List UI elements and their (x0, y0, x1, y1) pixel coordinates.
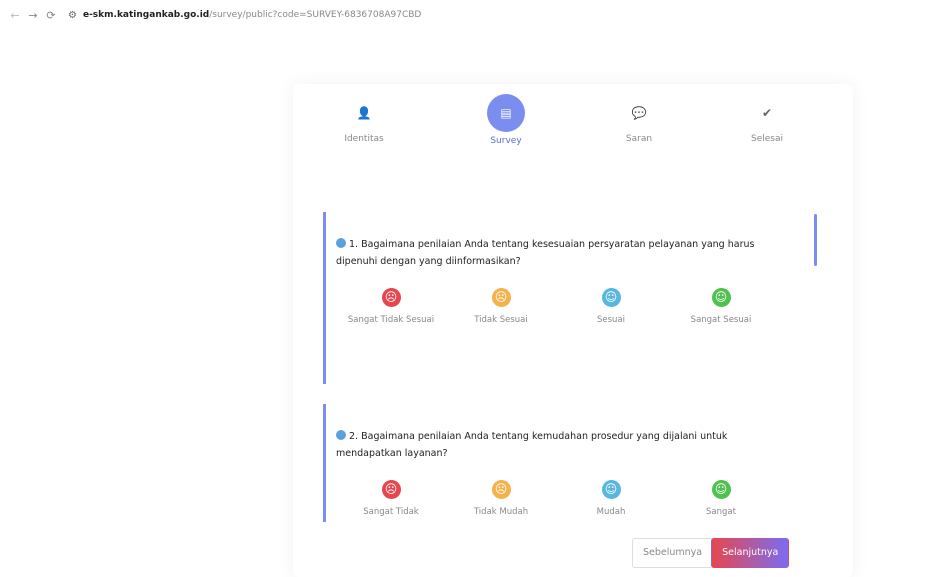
option-mudah[interactable]: ☺ Mudah (556, 478, 666, 519)
question-number: 1. (349, 239, 359, 250)
question-number: 2. (349, 431, 359, 442)
option-sangat-tidak[interactable]: ☹ Sangat Tidak (336, 478, 446, 519)
question-2: 2. Bagaimana penilaian Anda tentang kemu… (323, 404, 796, 522)
step-label: Saran (625, 134, 653, 144)
next-button[interactable]: Selanjutnya (711, 538, 790, 568)
option-label: Sangat (706, 507, 736, 517)
happy-face-icon: ☺ (711, 480, 731, 499)
back-icon[interactable]: ← (6, 9, 24, 22)
rating-options: ☹ Sangat Tidak ☹ Tidak Mudah ☺ Mudah ☺ S… (336, 478, 776, 519)
option-tidak-mudah[interactable]: ☹ Tidak Mudah (446, 478, 556, 519)
option-label: Sangat Tidak (363, 507, 419, 517)
step-label: Selesai (751, 134, 783, 144)
step-label: Survey (490, 136, 522, 146)
questions-scroll-area[interactable]: 1. Bagaimana penilaian Anda tentang kese… (323, 212, 823, 522)
forward-icon[interactable]: → (24, 9, 42, 22)
check-circle-icon: ✔ (761, 106, 773, 120)
url-field[interactable]: e-skm.katingankab.go.id/survey/public?co… (83, 10, 421, 20)
nav-buttons: Sebelumnya Selanjutnya (632, 538, 790, 568)
stepper: 👤 Identitas ▤ Survey 💬 Saran ✔ Selesai (293, 84, 853, 174)
option-sangat-sesuai[interactable]: ☺ Sangat Sesuai (666, 286, 776, 327)
question-text: 2. Bagaimana penilaian Anda tentang kemu… (336, 428, 776, 462)
site-settings-icon[interactable]: ⚙ (68, 10, 77, 21)
sad-face-icon: ☹ (491, 480, 511, 499)
option-sesuai[interactable]: ☺ Sesuai (556, 286, 666, 327)
user-icon: 👤 (356, 106, 372, 120)
option-sangat-tidak-sesuai[interactable]: ☹ Sangat Tidak Sesuai (336, 286, 446, 327)
angry-face-icon: ☹ (381, 480, 401, 499)
step-selesai[interactable]: ✔ Selesai (717, 96, 817, 144)
sad-face-icon: ☹ (491, 288, 511, 307)
question-label: Bagaimana penilaian Anda tentang kesesua… (336, 239, 755, 267)
angry-face-icon: ☹ (381, 288, 401, 307)
chat-icon: 💬 (631, 106, 647, 120)
info-icon (336, 238, 346, 248)
info-icon (336, 430, 346, 440)
option-sangat[interactable]: ☺ Sangat (666, 478, 776, 519)
happy-face-icon: ☺ (711, 288, 731, 307)
option-label: Tidak Mudah (473, 507, 529, 517)
step-survey[interactable]: ▤ Survey (456, 94, 556, 146)
question-1: 1. Bagaimana penilaian Anda tentang kese… (323, 212, 796, 384)
step-label: Identitas (344, 134, 384, 144)
scrollbar[interactable] (814, 214, 817, 266)
option-label: Tidak Sesuai (474, 315, 528, 325)
option-label: Sangat Sesuai (690, 315, 752, 325)
smile-face-icon: ☺ (601, 288, 621, 307)
step-identitas[interactable]: 👤 Identitas (314, 96, 414, 144)
survey-card: 👤 Identitas ▤ Survey 💬 Saran ✔ Selesai 1… (293, 84, 853, 577)
previous-button[interactable]: Sebelumnya (632, 538, 714, 568)
option-label: Sangat Tidak Sesuai (347, 315, 435, 325)
rating-options: ☹ Sangat Tidak Sesuai ☹ Tidak Sesuai ☺ S… (336, 286, 776, 327)
step-saran[interactable]: 💬 Saran (589, 96, 689, 144)
option-label: Sesuai (596, 315, 625, 325)
url-host: e-skm.katingankab.go.id (82, 10, 210, 20)
survey-icon: ▤ (487, 94, 525, 132)
reload-icon[interactable]: ⟳ (42, 9, 60, 22)
smile-face-icon: ☺ (601, 480, 621, 499)
url-path: /survey/public?code=SURVEY-6836708A97CBD (209, 10, 422, 20)
browser-address-bar: ← → ⟳ ⚙ e-skm.katingankab.go.id/survey/p… (0, 0, 931, 30)
question-text: 1. Bagaimana penilaian Anda tentang kese… (336, 236, 776, 270)
question-label: Bagaimana penilaian Anda tentang kemudah… (336, 431, 728, 459)
option-tidak-sesuai[interactable]: ☹ Tidak Sesuai (446, 286, 556, 327)
option-label: Mudah (596, 507, 626, 517)
